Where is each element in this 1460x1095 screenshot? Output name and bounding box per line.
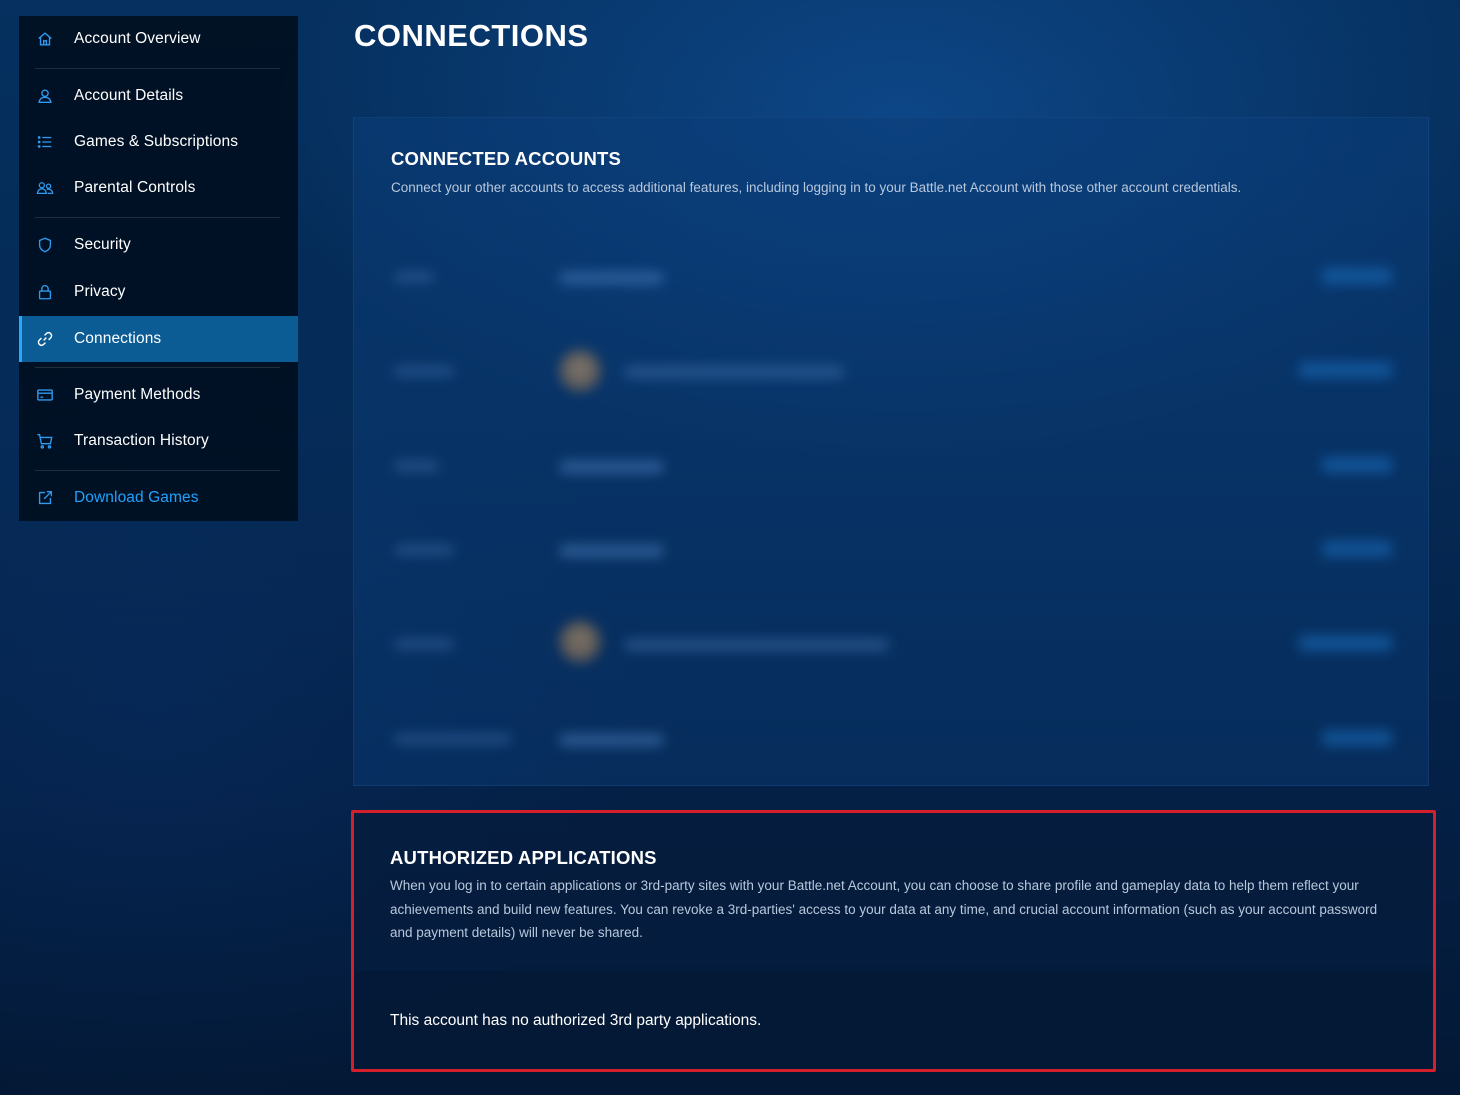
sidebar-item-label: Games & Subscriptions (74, 133, 239, 150)
user-icon (35, 86, 55, 106)
authorized-applications-description: When you log in to certain applications … (390, 878, 1378, 940)
shield-icon (35, 235, 55, 255)
list-item (354, 336, 1430, 406)
list-item (354, 242, 1430, 312)
sidebar-item-parental-controls[interactable]: Parental Controls (19, 165, 298, 211)
sidebar-divider (35, 68, 280, 69)
sidebar: Account Overview Account Details Games &… (19, 16, 298, 521)
list-icon (35, 132, 55, 152)
list-item (354, 609, 1430, 679)
sidebar-item-label: Connections (74, 330, 162, 347)
credit-card-icon (35, 385, 55, 405)
sidebar-item-connections[interactable]: Connections (19, 316, 298, 362)
home-icon (35, 29, 55, 49)
list-item (354, 704, 1430, 774)
authorized-applications-card: AUTHORIZED APPLICATIONS When you log in … (351, 810, 1436, 1072)
sidebar-divider (35, 367, 280, 368)
list-item (354, 431, 1430, 501)
sidebar-item-label: Payment Methods (74, 386, 201, 403)
connected-accounts-description: Connect your other accounts to access ad… (391, 180, 1242, 195)
sidebar-item-download-games[interactable]: Download Games (19, 475, 298, 521)
connected-accounts-list-blurred (354, 228, 1430, 768)
avatar (559, 621, 601, 663)
sidebar-item-account-details[interactable]: Account Details (19, 73, 298, 119)
sidebar-item-games-subscriptions[interactable]: Games & Subscriptions (19, 119, 298, 165)
sidebar-item-label: Account Overview (74, 30, 201, 47)
authorized-applications-title: AUTHORIZED APPLICATIONS (390, 847, 657, 868)
connected-accounts-card: CONNECTED ACCOUNTS Connect your other ac… (353, 117, 1429, 786)
connected-accounts-title: CONNECTED ACCOUNTS (391, 148, 622, 169)
sidebar-item-transaction-history[interactable]: Transaction History (19, 418, 298, 464)
sidebar-item-label: Download Games (74, 489, 199, 506)
page-title: CONNECTIONS (354, 18, 589, 53)
empty-state-message: This account has no authorized 3rd party… (390, 1012, 762, 1029)
users-icon (35, 178, 55, 198)
lock-icon (35, 282, 55, 302)
sidebar-item-payment-methods[interactable]: Payment Methods (19, 372, 298, 418)
sidebar-item-label: Transaction History (74, 432, 209, 449)
cart-icon (35, 431, 55, 451)
link-icon (35, 329, 55, 349)
sidebar-divider (35, 470, 280, 471)
list-item (354, 515, 1430, 585)
sidebar-divider (35, 217, 280, 218)
sidebar-item-account-overview[interactable]: Account Overview (19, 16, 298, 62)
sidebar-item-label: Account Details (74, 87, 184, 104)
avatar (559, 350, 601, 392)
sidebar-item-security[interactable]: Security (19, 222, 298, 268)
sidebar-item-privacy[interactable]: Privacy (19, 269, 298, 315)
sidebar-item-label: Privacy (74, 283, 126, 300)
sidebar-item-label: Security (74, 236, 131, 253)
external-link-icon (35, 488, 55, 508)
sidebar-item-label: Parental Controls (74, 179, 196, 196)
